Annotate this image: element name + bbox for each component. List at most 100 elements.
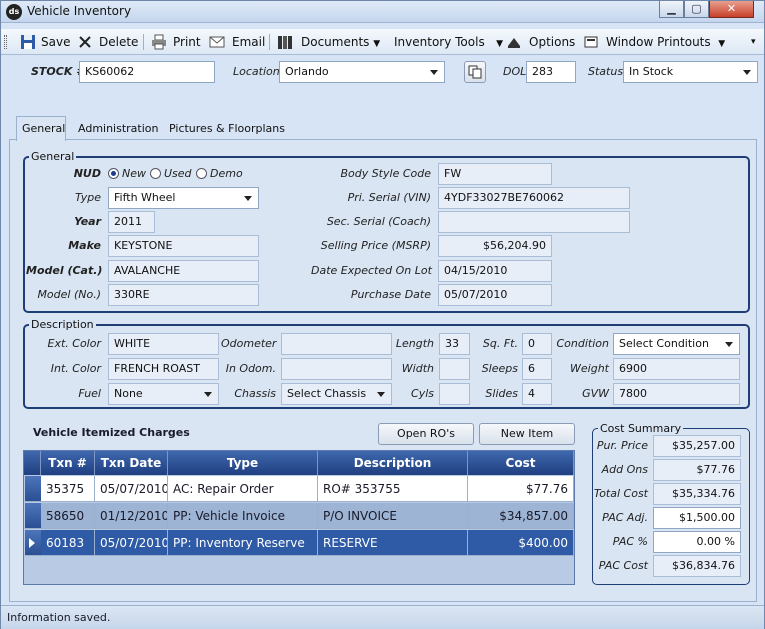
in-odom-input[interactable]	[281, 358, 392, 380]
chassis-select[interactable]: Select Chassis	[281, 383, 392, 405]
col-header-cost[interactable]: Cost	[468, 451, 574, 475]
tab-general-label[interactable]: General	[22, 122, 65, 135]
gvw-label: GVW	[582, 387, 609, 400]
condition-select[interactable]: Select Condition	[613, 333, 740, 355]
type-select[interactable]: Fifth Wheel	[108, 187, 259, 209]
length-input[interactable]: 33	[439, 333, 470, 355]
selling-price-input[interactable]: $56,204.90	[438, 235, 552, 257]
type-cell: PP: Inventory Reserve	[168, 530, 318, 556]
col-header-type[interactable]: Type	[168, 451, 318, 475]
status-select[interactable]: In Stock	[623, 61, 758, 83]
window-title: Vehicle Inventory	[27, 4, 132, 18]
nud-used-radio[interactable]	[150, 168, 161, 179]
odometer-input[interactable]	[281, 333, 392, 355]
description-cell: RESERVE	[318, 530, 468, 556]
nud-demo-radio[interactable]	[196, 168, 207, 179]
pri-serial-label: Pri. Serial (VIN)	[347, 191, 431, 204]
tab-pictures-floorplans[interactable]: Pictures & Floorplans	[169, 122, 285, 135]
cyls-input[interactable]	[439, 383, 470, 405]
location-select[interactable]: Orlando	[279, 61, 445, 83]
row-selector[interactable]	[25, 530, 41, 556]
new-item-button[interactable]: New Item	[479, 423, 575, 445]
open-ros-button[interactable]: Open RO's	[378, 423, 474, 445]
type-cell: AC: Repair Order	[168, 476, 318, 502]
email-icon	[209, 36, 225, 48]
make-input[interactable]: KEYSTONE	[108, 235, 259, 257]
total-cost-value: $35,334.76	[653, 483, 741, 505]
sqft-input[interactable]: 0	[522, 333, 552, 355]
sleeps-input[interactable]: 6	[522, 358, 552, 380]
nud-new-radio[interactable]	[108, 168, 119, 179]
pri-serial-input[interactable]: 4YDF33027BE760062	[438, 187, 630, 209]
pac-pct-input[interactable]: 0.00 %	[653, 531, 741, 553]
chevron-down-icon: ▼	[373, 39, 381, 49]
toolbar-separator	[143, 34, 144, 50]
maximize-button[interactable]: ▢	[684, 1, 709, 18]
toolbar-grip-icon[interactable]	[4, 35, 7, 49]
purchase-date-label: Purchase Date	[350, 288, 431, 301]
toolbar-separator	[269, 34, 270, 50]
inventory-tools-menu[interactable]: Inventory Tools ▼	[394, 33, 503, 51]
status-message: Information saved.	[7, 611, 111, 624]
txn-date-cell: 01/12/2010	[95, 503, 168, 529]
gvw-input[interactable]: 7800	[613, 383, 740, 405]
chassis-label: Chassis	[234, 387, 276, 400]
sec-serial-input[interactable]	[438, 211, 630, 233]
description-cell: RO# 353755	[318, 476, 468, 502]
delete-button[interactable]: Delete	[99, 33, 138, 51]
width-input[interactable]	[439, 358, 470, 380]
body-style-input[interactable]: FW	[438, 163, 552, 185]
model-no-input[interactable]: 330RE	[108, 284, 259, 306]
slides-input[interactable]: 4	[522, 383, 552, 405]
location-label: Location	[233, 65, 280, 78]
row-selector[interactable]	[25, 503, 41, 529]
txn-cell: 35375	[41, 476, 95, 502]
col-header-txn[interactable]: Txn #	[41, 451, 95, 475]
toolbar-overflow-icon[interactable]: ▾	[751, 33, 756, 51]
minimize-button[interactable]: ▁	[659, 1, 684, 18]
window-printouts-menu[interactable]: Window Printouts ▼	[606, 33, 725, 51]
ext-color-input[interactable]: WHITE	[108, 333, 219, 355]
condition-label: Condition	[556, 337, 610, 350]
year-label: Year	[74, 215, 101, 228]
width-label: Width	[401, 362, 434, 375]
weight-input[interactable]: 6900	[613, 358, 740, 380]
txn-cell: 58650	[41, 503, 95, 529]
col-header-description[interactable]: Description	[318, 451, 468, 475]
nud-new-label: New	[122, 167, 146, 180]
close-button[interactable]: ✕	[709, 1, 754, 18]
fuel-select[interactable]: None	[108, 383, 219, 405]
int-color-input[interactable]: FRENCH ROAST	[108, 358, 219, 380]
nud-used-label: Used	[164, 167, 192, 180]
body-style-label: Body Style Code	[340, 167, 431, 180]
add-ons-label: Add Ons	[601, 463, 648, 476]
sec-serial-label: Sec. Serial (Coach)	[326, 215, 431, 228]
dol-input[interactable]: 283	[526, 61, 576, 83]
date-expected-input[interactable]: 04/15/2010	[438, 260, 552, 282]
print-button[interactable]: Print	[173, 33, 201, 51]
documents-menu[interactable]: Documents ▼	[301, 33, 380, 51]
year-input[interactable]: 2011	[108, 211, 155, 233]
options-button[interactable]: Options	[529, 33, 575, 51]
col-header-txn-date[interactable]: Txn Date	[95, 451, 168, 475]
pac-cost-value: $36,834.76	[653, 555, 741, 577]
pac-adj-input[interactable]: $1,500.00	[653, 507, 741, 529]
toolbar: Save Delete Print Email Documents ▼ Inve…	[1, 29, 764, 55]
tab-administration[interactable]: Administration	[78, 122, 159, 135]
general-group-title: General	[29, 150, 77, 163]
pur-price-label: Pur. Price	[596, 439, 648, 452]
status-value: In Stock	[629, 65, 674, 78]
row-selector[interactable]	[25, 476, 41, 502]
pac-adj-label: PAC Adj.	[602, 511, 648, 524]
condition-value: Select Condition	[619, 337, 709, 350]
copy-location-button[interactable]	[464, 61, 486, 83]
status-label: Status	[588, 65, 624, 78]
pac-cost-label: PAC Cost	[598, 559, 648, 572]
stock-number-input[interactable]: KS60062	[79, 61, 215, 83]
ext-color-label: Ext. Color	[47, 337, 102, 350]
model-cat-input[interactable]: AVALANCHE	[108, 260, 259, 282]
sqft-label: Sq. Ft.	[482, 337, 518, 350]
purchase-date-input[interactable]: 05/07/2010	[438, 284, 552, 306]
save-button[interactable]: Save	[41, 33, 70, 51]
email-button[interactable]: Email	[232, 33, 265, 51]
